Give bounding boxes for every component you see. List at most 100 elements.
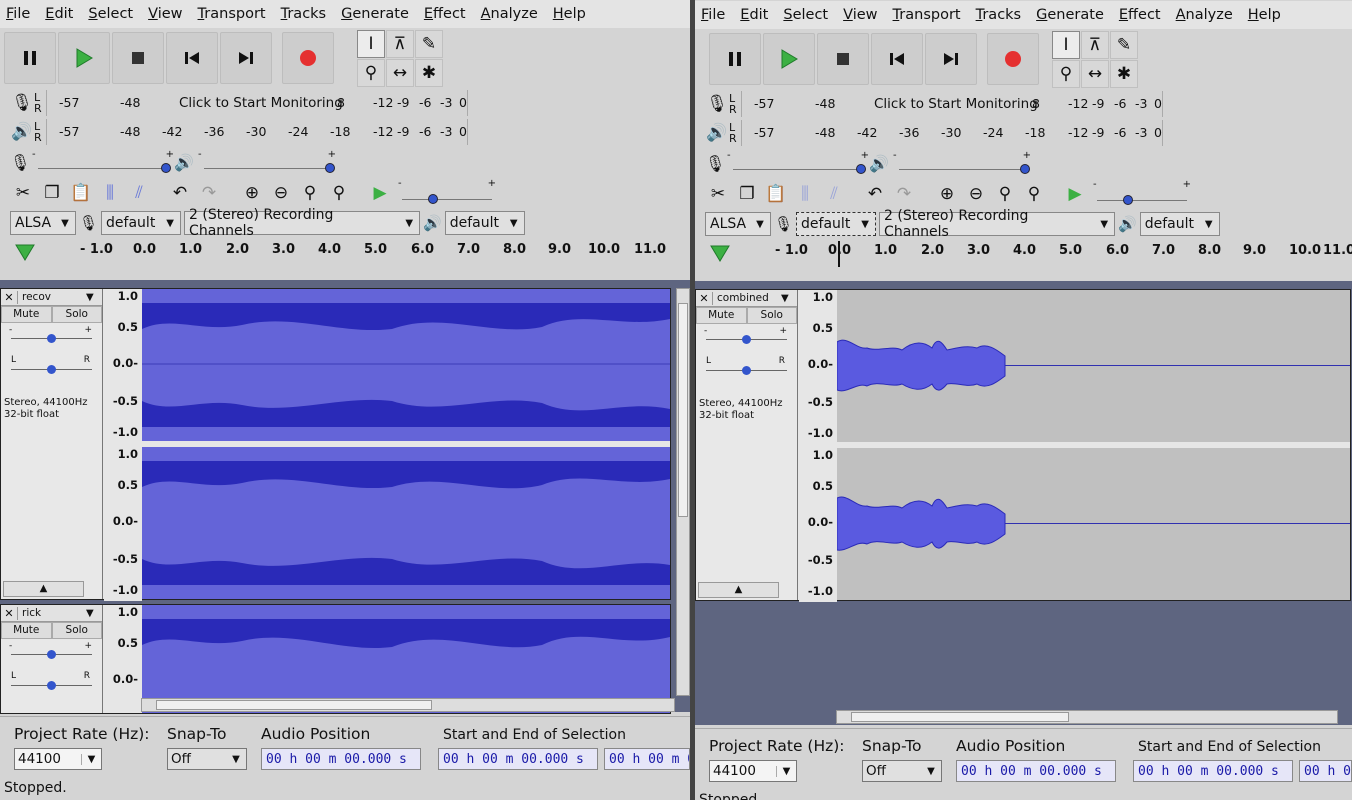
record-button[interactable]	[987, 33, 1039, 85]
playback-volume-slider[interactable]: - +	[198, 149, 336, 173]
silence-icon[interactable]: ⫽	[126, 180, 152, 206]
menu-file[interactable]: File	[701, 7, 725, 23]
undo-icon[interactable]: ↶	[862, 181, 888, 207]
fit-selection-icon[interactable]: ⚲	[297, 180, 323, 206]
redo-icon[interactable]: ↷	[196, 180, 222, 206]
mute-button[interactable]: Mute	[696, 307, 747, 324]
menu-transport[interactable]: Transport	[198, 6, 266, 22]
trim-icon[interactable]: ⫼	[792, 181, 818, 207]
menu-help[interactable]: Help	[1248, 7, 1281, 23]
undo-icon[interactable]: ↶	[167, 180, 193, 206]
track-name-menu[interactable]: recov	[18, 291, 86, 303]
audio-track-combined[interactable]: ✕ combined ▼ Mute Solo - + LR Stereo, 44100H…	[695, 289, 1351, 602]
pan-slider[interactable]: LR	[696, 354, 797, 384]
amplitude-scale[interactable]: 1.0 0.5 0.0- -0.5 -1.0	[799, 290, 837, 444]
redo-icon[interactable]: ↷	[891, 181, 917, 207]
skip-to-start-button[interactable]	[166, 32, 218, 84]
menu-view[interactable]: View	[843, 7, 877, 23]
zoom-out-icon[interactable]: ⊖	[268, 180, 294, 206]
gain-slider[interactable]: - +	[696, 324, 797, 354]
selection-tool-button[interactable]: I	[357, 30, 385, 58]
collapse-track-button[interactable]: ▲	[3, 581, 84, 597]
playback-device-select[interactable]: default ▼	[444, 211, 525, 235]
zoom-tool-button[interactable]: ⚲	[357, 59, 385, 87]
slider-knob[interactable]	[161, 163, 171, 173]
silence-icon[interactable]: ⫽	[821, 181, 847, 207]
mute-button[interactable]: Mute	[1, 306, 52, 323]
audio-host-select[interactable]: ALSA ▼	[705, 212, 771, 236]
recording-channels-select[interactable]: 2 (Stereo) Recording Channels ▼	[184, 207, 421, 239]
snap-to-select[interactable]: Off ▼	[167, 748, 247, 770]
play-speed-slider[interactable]: - +	[398, 178, 496, 204]
play-head-icon[interactable]	[709, 243, 731, 263]
horizontal-scrollbar[interactable]	[141, 698, 675, 712]
chevron-down-icon[interactable]: ▼	[86, 608, 102, 619]
selection-tool-button[interactable]: I	[1052, 31, 1080, 59]
menu-select[interactable]: Select	[88, 6, 133, 22]
slider-knob[interactable]	[47, 334, 56, 343]
mute-button[interactable]: Mute	[1, 622, 52, 639]
amplitude-scale[interactable]: 1.0 0.5 0.0-	[104, 605, 142, 713]
playback-meter[interactable]: 🔊 LR -57 -48 -42 -36 -30 -24 -18 -12 -9 …	[705, 120, 1173, 146]
draw-tool-button[interactable]: ✎	[415, 30, 443, 58]
record-button[interactable]	[282, 32, 334, 84]
gain-slider[interactable]: - +	[1, 639, 102, 669]
playback-meter[interactable]: 🔊 LR -57 -48 -42 -36 -30 -24 -18 -12 -9 …	[10, 119, 478, 145]
click-to-start-monitoring[interactable]: Click to Start Monitoring	[177, 95, 345, 111]
menu-select[interactable]: Select	[783, 7, 828, 23]
record-meter-scale[interactable]: -57 -48 Click to Start Monitoring 8 -12 …	[741, 91, 1163, 117]
solo-button[interactable]: Solo	[51, 622, 102, 639]
recording-device-select[interactable]: default ▼	[101, 211, 182, 235]
waveform-channel-right[interactable]	[837, 448, 1350, 600]
draw-tool-button[interactable]: ✎	[1110, 31, 1138, 59]
timeline-ruler[interactable]: - 1.0 0.0 1.0 2.0 3.0 4.0 5.0 6.0 7.0 8.…	[0, 240, 690, 266]
record-meter-scale[interactable]: -57 -48 Click to Start Monitoring 8 -12 …	[46, 90, 468, 116]
timeline-ruler[interactable]: - 1.0 0.0 1.0 2.0 3.0 4.0 5.0 6.0 7.0 8.…	[695, 241, 1352, 267]
menu-analyze[interactable]: Analyze	[481, 6, 538, 22]
slider-knob[interactable]	[1020, 164, 1030, 174]
menu-edit[interactable]: Edit	[740, 7, 768, 23]
solo-button[interactable]: Solo	[746, 307, 797, 324]
envelope-tool-button[interactable]: ⊼	[1081, 31, 1109, 59]
slider-knob[interactable]	[1123, 195, 1133, 205]
close-track-icon[interactable]: ✕	[1, 290, 18, 304]
record-meter[interactable]: 🎙 LR -57 -48 Click to Start Monitoring 8…	[705, 91, 1173, 117]
chevron-down-icon[interactable]: ▼	[781, 293, 797, 304]
cut-icon[interactable]: ✂	[10, 180, 36, 206]
click-to-start-monitoring[interactable]: Click to Start Monitoring	[872, 96, 1040, 112]
menu-view[interactable]: View	[148, 6, 182, 22]
slider-knob[interactable]	[856, 164, 866, 174]
waveform-channel-left[interactable]	[142, 605, 670, 713]
horizontal-scrollbar[interactable]	[836, 710, 1338, 724]
zoom-tool-button[interactable]: ⚲	[1052, 60, 1080, 88]
menu-effect[interactable]: Effect	[1119, 7, 1161, 23]
scrollbar-thumb[interactable]	[156, 700, 432, 710]
recording-volume-slider[interactable]: - +	[32, 149, 174, 173]
skip-to-end-button[interactable]	[220, 32, 272, 84]
selection-end-field[interactable]: 00 h 00 m 0	[604, 748, 690, 770]
play-speed-slider[interactable]: - +	[1093, 179, 1191, 205]
envelope-tool-button[interactable]: ⊼	[386, 30, 414, 58]
snap-to-select[interactable]: Off ▼	[862, 760, 942, 782]
play-button[interactable]	[763, 33, 815, 85]
menu-file[interactable]: File	[6, 6, 30, 22]
slider-knob[interactable]	[742, 366, 751, 375]
stop-button[interactable]	[112, 32, 164, 84]
menu-edit[interactable]: Edit	[45, 6, 73, 22]
selection-end-field[interactable]: 00 h 00 m 0	[1299, 760, 1352, 782]
amplitude-scale[interactable]: 1.0 0.5 0.0- -0.5 -1.0	[799, 448, 837, 602]
pan-slider[interactable]: LR	[1, 669, 102, 699]
fit-project-icon[interactable]: ⚲	[1021, 181, 1047, 207]
waveform-channel-right[interactable]	[142, 447, 670, 599]
selection-start-field[interactable]: 00 h 00 m 00.000 s	[438, 748, 598, 770]
menu-effect[interactable]: Effect	[424, 6, 466, 22]
close-track-icon[interactable]: ✕	[1, 606, 18, 620]
multi-tool-button[interactable]: ✱	[1110, 60, 1138, 88]
playback-meter-scale[interactable]: -57 -48 -42 -36 -30 -24 -18 -12 -9 -6 -3…	[46, 119, 468, 145]
menu-transport[interactable]: Transport	[893, 7, 961, 23]
scrollbar-thumb[interactable]	[851, 712, 1069, 722]
audio-position-field[interactable]: 00 h 00 m 00.000 s	[956, 760, 1116, 782]
gain-slider[interactable]: - +	[1, 323, 102, 353]
pause-button[interactable]	[709, 33, 761, 85]
play-head-icon[interactable]	[14, 242, 36, 262]
